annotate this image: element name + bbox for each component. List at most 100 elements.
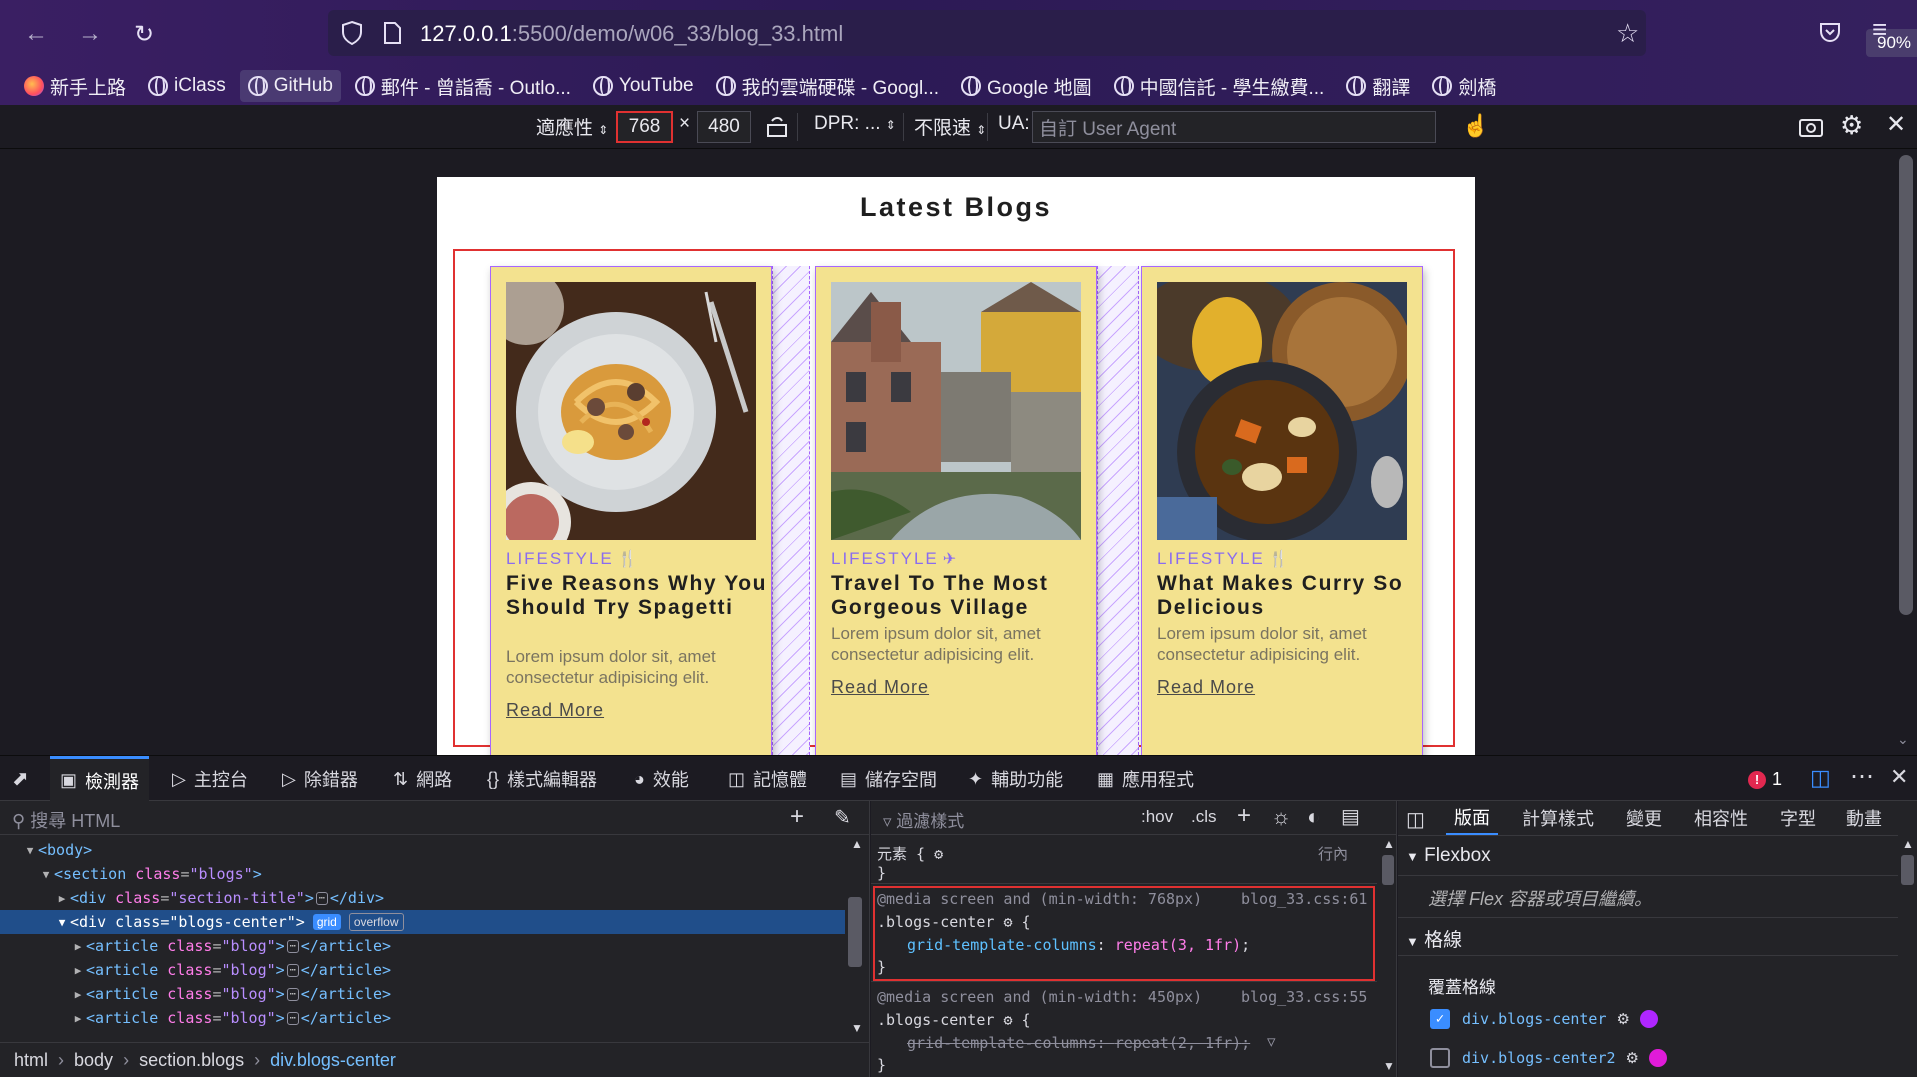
chevron-down-icon[interactable]: ▼	[1383, 1059, 1395, 1073]
tree-node[interactable]: ▶ <div class = "section-title" > ⋯ </div>	[0, 886, 845, 910]
shield-icon[interactable]	[340, 20, 364, 46]
chevron-up-icon[interactable]: ▲	[1902, 837, 1914, 851]
bookmark-item[interactable]: 我的雲端硬碟 - Googl...	[708, 70, 947, 102]
ellipsis-icon[interactable]: ⋯	[286, 987, 299, 1001]
breadcrumb-item[interactable]: html	[14, 1050, 48, 1071]
chevron-up-icon[interactable]: ▲	[1383, 837, 1395, 851]
bookmark-item[interactable]: GitHub	[239, 70, 341, 102]
gear-icon[interactable]: ⚙	[1626, 1049, 1639, 1067]
tab-computed[interactable]: 計算樣式	[1522, 801, 1594, 835]
color-swatch[interactable]	[1639, 1010, 1658, 1028]
bookmark-item[interactable]: iClass	[140, 70, 234, 102]
light-theme-icon[interactable]: ☼	[1271, 804, 1291, 830]
checkbox-unchecked[interactable]	[1430, 1048, 1450, 1068]
filter-icon[interactable]: ▿	[1267, 1032, 1276, 1052]
color-swatch[interactable]	[1648, 1049, 1667, 1067]
tree-node[interactable]: ▼ <section class = "blogs" >	[0, 862, 845, 886]
tab-accessibility[interactable]: ✦ 輔助功能	[968, 756, 1063, 802]
tab-application[interactable]: ▦ 應用程式	[1097, 756, 1194, 802]
bookmark-item[interactable]: 新手上路	[16, 70, 134, 102]
tab-storage[interactable]: ▤ 儲存空間	[840, 756, 937, 802]
read-more-link[interactable]: Read More	[506, 700, 604, 721]
tab-console[interactable]: ▷ 主控台	[172, 756, 248, 802]
filter-styles-input[interactable]: ▿ 過濾樣式	[883, 807, 964, 832]
tab-fonts[interactable]: 字型	[1780, 801, 1816, 835]
eyedropper-icon[interactable]: ✎	[834, 805, 851, 830]
star-icon[interactable]: ☆	[1616, 18, 1639, 49]
grid-section-header[interactable]: ▼ 格線	[1406, 925, 1462, 952]
gear-icon[interactable]: ⚙	[1617, 1010, 1630, 1028]
cls-button[interactable]: .cls	[1191, 807, 1217, 827]
url-bar[interactable]: 127.0.0.1:5500/demo/w06_33/blog_33.html …	[328, 10, 1917, 57]
throttle-select[interactable]: 不限速 ⇕	[914, 113, 986, 140]
tab-compatibility[interactable]: 相容性	[1694, 801, 1748, 835]
ellipsis-icon[interactable]: ⋯	[286, 939, 299, 953]
add-rule-icon[interactable]: +	[1237, 802, 1251, 830]
touch-icon[interactable]: ☝	[1462, 113, 1489, 139]
rules-scrollbar[interactable]: ▲ ▼	[1379, 835, 1397, 1077]
chevron-up-icon[interactable]: ▲	[851, 837, 863, 851]
print-media-icon[interactable]: ▤	[1341, 804, 1360, 829]
tree-node[interactable]: ▶ <article class = "blog" > ⋯ </article>	[0, 958, 845, 982]
tab-inspector[interactable]: ▣ 檢測器	[50, 756, 150, 802]
settings-icon[interactable]: ⚙	[1840, 110, 1863, 141]
tab-animations[interactable]: 動畫	[1846, 801, 1882, 835]
url-text[interactable]: 127.0.0.1:5500/demo/w06_33/blog_33.html	[420, 21, 843, 47]
bookmark-item[interactable]: 郵件 - 曾詣喬 - Outlo...	[347, 70, 579, 102]
tab-debugger[interactable]: ▷ 除錯器	[282, 756, 358, 802]
tab-network[interactable]: ⇅ 網路	[393, 756, 452, 802]
viewport-scrollbar[interactable]: ⌄	[1893, 149, 1917, 755]
scrollbar-thumb[interactable]	[848, 897, 862, 967]
tree-node[interactable]: ▶ <article class = "blog" > ⋯ </article>	[0, 982, 845, 1006]
height-input[interactable]: 480	[697, 111, 751, 143]
pocket-icon[interactable]	[1818, 20, 1842, 44]
tree-node[interactable]: ▶ <article class = "blog" > ⋯ </article>	[0, 934, 845, 958]
grid-badge[interactable]: grid	[312, 914, 341, 930]
error-count[interactable]: ! 1	[1748, 769, 1782, 790]
source-link[interactable]: blog_33.css:55	[1241, 988, 1367, 1006]
responsive-mode-icon[interactable]: ◫	[1810, 765, 1831, 791]
tab-memory[interactable]: ◫ 記憶體	[728, 756, 807, 802]
scrollbar-thumb[interactable]	[1382, 855, 1394, 885]
sidebar-toggle-icon[interactable]: ◫	[1406, 807, 1425, 832]
scrollbar-thumb[interactable]	[1899, 155, 1913, 615]
markup-scrollbar[interactable]: ▲ ▼	[845, 835, 870, 1042]
tree-node[interactable]: ▶ <article class = "blog" > ⋯ </article>	[0, 1006, 845, 1030]
bookmark-item[interactable]: 劍橋	[1424, 70, 1504, 102]
element-picker-icon[interactable]: ⬈	[12, 766, 29, 791]
tab-style-editor[interactable]: {} 樣式編輯器	[487, 756, 597, 802]
dpr-select[interactable]: DPR: ... ⇕	[814, 113, 896, 135]
bookmark-item[interactable]: 中國信託 - 學生繳費...	[1106, 70, 1333, 102]
tree-node[interactable]: ▼ <body>	[0, 838, 845, 862]
bookmark-item[interactable]: Google 地圖	[953, 70, 1100, 102]
screenshot-icon[interactable]	[1798, 115, 1824, 139]
tab-layout[interactable]: 版面	[1446, 801, 1498, 835]
forward-button[interactable]: →	[70, 14, 110, 54]
chevron-down-icon[interactable]: ⌄	[1897, 731, 1909, 748]
more-options-icon[interactable]: ⋯	[1850, 762, 1874, 791]
flexbox-section-header[interactable]: ▼ Flexbox	[1406, 845, 1491, 867]
breadcrumb-item[interactable]: div.blogs-center	[270, 1050, 396, 1071]
overflow-badge[interactable]: overflow	[348, 913, 404, 931]
scrollbar-thumb[interactable]	[1901, 855, 1914, 885]
ellipsis-icon[interactable]: ⋯	[286, 1011, 299, 1025]
hov-button[interactable]: :hov	[1141, 807, 1173, 827]
grid-overlay-row[interactable]: ✓ div.blogs-center ⚙	[1430, 1009, 1658, 1029]
back-button[interactable]: ←	[16, 14, 56, 54]
add-node-icon[interactable]: +	[790, 803, 804, 831]
dark-theme-icon[interactable]: ◐	[1307, 804, 1320, 830]
chevron-down-icon[interactable]: ▼	[851, 1021, 863, 1035]
grid-overlay-row[interactable]: div.blogs-center2 ⚙	[1430, 1048, 1667, 1068]
tree-node-selected[interactable]: ▼ <div class = "blogs-center" > grid overflow	[0, 910, 845, 934]
rule-selector[interactable]: .blogs-center ⚙ {	[877, 1011, 1031, 1029]
ellipsis-icon[interactable]: ⋯	[286, 963, 299, 977]
element-rule[interactable]: 元素 { ⚙	[877, 843, 943, 864]
tab-changes[interactable]: 變更	[1626, 801, 1662, 835]
user-agent-input[interactable]: 自訂 User Agent	[1032, 111, 1436, 143]
device-select[interactable]: 適應性 ⇕	[536, 113, 608, 140]
html-search-input[interactable]: ⚲ 搜尋 HTML	[12, 807, 120, 833]
tab-performance[interactable]: ◕ 效能	[634, 756, 689, 802]
close-icon[interactable]: ✕	[1886, 110, 1906, 139]
bookmark-item[interactable]: YouTube	[585, 70, 702, 102]
rotate-icon[interactable]	[765, 115, 789, 139]
